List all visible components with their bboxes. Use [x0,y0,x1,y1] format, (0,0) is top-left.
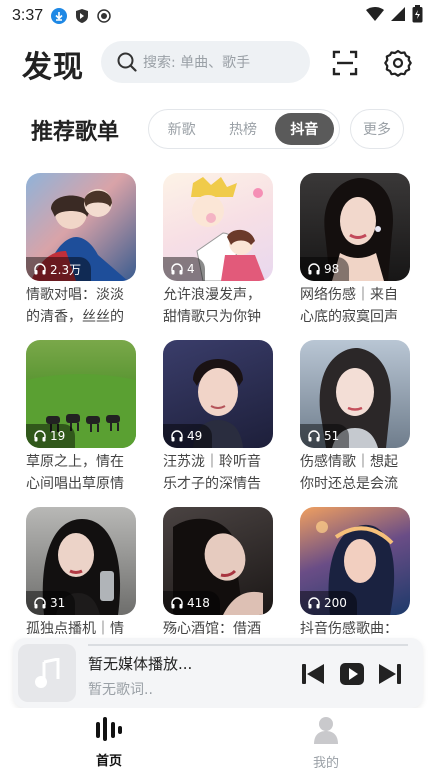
wifi-icon [366,6,384,26]
playlist-card[interactable]: 2.3万 情歌对唱：淡淡的清香，丝丝的 [26,173,136,328]
playback-progress[interactable] [88,644,408,646]
scan-button[interactable] [330,48,360,78]
nav-mine-label: 我的 [312,756,339,771]
more-button[interactable]: 更多 [350,109,404,149]
headphones-icon [308,597,320,609]
playlist-cover: 19 [26,340,136,448]
playlist-cover: 31 [26,507,136,615]
playlist-title: 允许浪漫发声，甜情歌只为你钟 [163,287,261,325]
tab-new-songs[interactable]: 新歌 [152,113,211,145]
play-count: 4 [163,257,205,281]
music-note-icon [35,658,60,688]
skip-next-icon [379,664,401,684]
play-count: 19 [26,424,76,448]
next-button[interactable] [377,662,403,686]
playlist-card[interactable]: 51 伤感情歌｜想起你时还总是会流 [300,340,410,495]
nav-home-label: 首页 [95,754,122,769]
page-title: 发现 [22,50,84,85]
playlist-cover: 49 [163,340,273,448]
play-count: 31 [26,591,76,615]
playlist-title: 情歌对唱：淡淡的清香，丝丝的 [26,287,124,325]
skip-previous-icon [302,664,324,684]
settings-button[interactable] [383,48,413,78]
playlist-card[interactable]: 98 网络伤感｜来自心底的寂寞回声 [300,173,410,328]
playlist-cover: 418 [163,507,273,615]
playlist-cover: 200 [300,507,410,615]
play-count: 2.3万 [26,257,92,281]
tab-douyin[interactable]: 抖音 [274,113,334,145]
nav-mine[interactable]: 我的 [286,716,366,771]
playlist-cover: 4 [163,173,273,281]
headphones-icon [34,263,46,275]
play-count: 418 [163,591,220,615]
equalizer-icon [96,717,122,741]
user-icon [314,717,338,744]
search-input[interactable]: 搜索: 单曲、歌手 [101,41,310,83]
now-playing-title: 暂无媒体播放... [88,655,193,673]
record-icon [97,9,111,23]
search-icon [117,52,137,72]
play-count: 98 [300,257,350,281]
signal-icon [390,6,406,26]
nav-home[interactable]: 首页 [69,716,149,769]
playlist-card[interactable]: 49 汪苏泷｜聆听音乐才子的深情告 [163,340,273,495]
section-title: 推荐歌单 [31,120,120,145]
scan-icon [332,50,358,76]
gear-icon [384,49,412,77]
playlist-cover: 51 [300,340,410,448]
headphones-icon [171,263,183,275]
mini-player[interactable]: 暂无媒体播放... 暂无歌词.. [13,638,423,708]
play-count: 51 [300,424,350,448]
play-count: 49 [163,424,213,448]
headphones-icon [34,597,46,609]
download-icon [51,8,68,24]
previous-button[interactable] [300,662,326,686]
album-art-placeholder [18,644,76,702]
playlist-title: 网络伤感｜来自心底的寂寞回声 [300,287,398,325]
status-bar: 3:37 [0,0,435,32]
bottom-nav: 首页 我的 [0,708,435,773]
header: 发现 搜索: 单曲、歌手 [0,40,435,86]
playlist-title: 伤感情歌｜想起你时还总是会流 [300,454,398,492]
status-time: 3:37 [12,7,44,24]
shield-icon [75,8,89,24]
search-placeholder: 搜索: 单曲、歌手 [143,55,251,71]
playlist-cover: 98 [300,173,410,281]
headphones-icon [308,263,320,275]
play-count: 200 [300,591,357,615]
headphones-icon [308,430,320,442]
playlist-card[interactable]: 4 允许浪漫发声，甜情歌只为你钟 [163,173,273,328]
category-tabs: 新歌 热榜 抖音 [148,109,340,149]
playlist-cover: 2.3万 [26,173,136,281]
headphones-icon [171,430,183,442]
now-playing-lyric: 暂无歌词.. [88,682,153,698]
playlist-card[interactable]: 19 草原之上，情在心间唱出草原情 [26,340,136,495]
battery-icon [412,5,423,27]
headphones-icon [171,597,183,609]
play-icon [340,663,364,685]
playlist-title: 草原之上，情在心间唱出草原情 [26,454,124,492]
play-button[interactable] [339,662,365,686]
playlist-title: 汪苏泷｜聆听音乐才子的深情告 [163,454,261,492]
tab-hot-chart[interactable]: 热榜 [213,113,272,145]
headphones-icon [34,430,46,442]
